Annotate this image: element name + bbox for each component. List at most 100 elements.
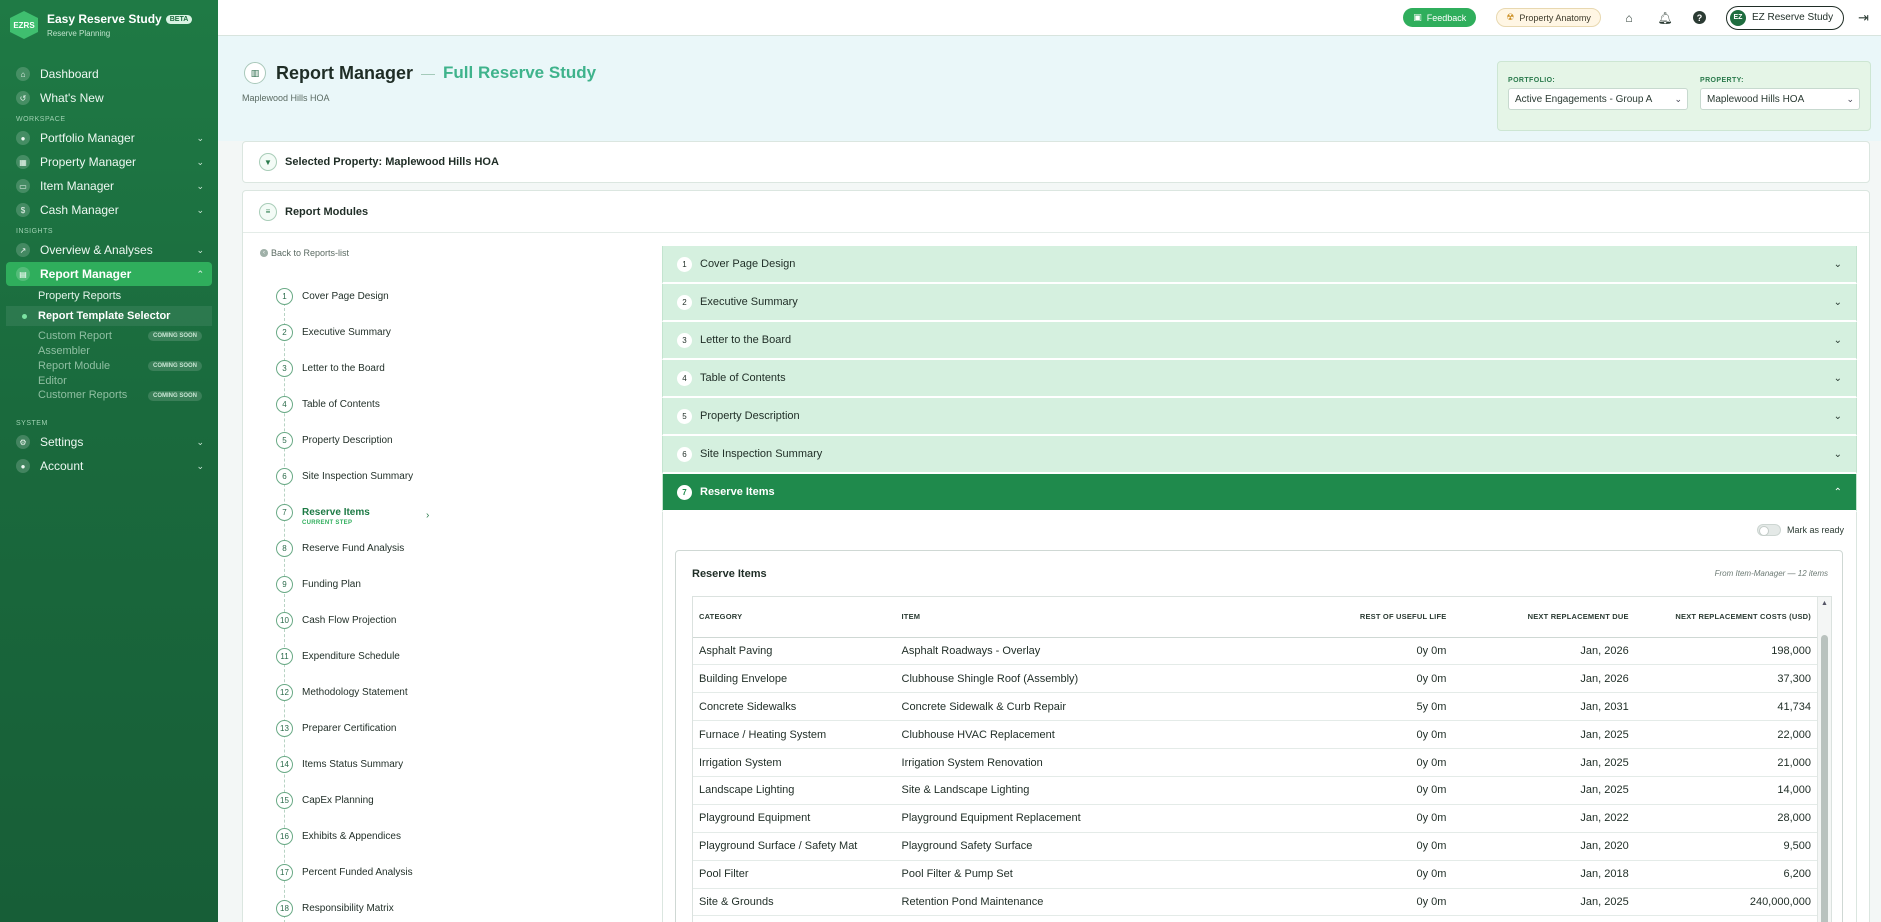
sidebar-item-portfolio-manager[interactable]: ● Portfolio Manager ⌄ [6,126,212,150]
step-label: Percent Funded Analysis [302,867,413,878]
table-row[interactable]: Playground Equipment Playground Equipment… [693,804,1817,833]
sidebar-item-cash-manager[interactable]: $ Cash Manager ⌄ [6,198,212,222]
table-row[interactable]: Furnace / Heating System Clubhouse HVAC R… [693,720,1817,750]
accordion-header[interactable]: 5 Property Description ⌄ [662,398,1857,436]
table-cell: Concrete Sidewalk & Curb Repair [895,692,1301,722]
sidebar-item-account[interactable]: ● Account ⌄ [6,454,212,478]
table-cell: Irrigation System [693,748,896,777]
property-anatomy-label: Property Anatomy [1519,12,1591,23]
column-header[interactable]: CATEGORY [693,597,896,638]
chevron-down-icon: ⌄ [1833,410,1842,422]
back-to-reports-link[interactable]: ‹ Back to Reports-list [260,248,349,258]
chevron-down-icon: ⌄ [1833,258,1842,270]
module-number: 2 [677,294,692,310]
sidebar-subitem-label: Custom Report Assembler [38,330,112,357]
step-item[interactable]: 8 Reserve Fund Analysis [276,540,404,576]
step-item[interactable]: 2 Executive Summary [276,324,391,360]
column-header[interactable]: REST OF USEFUL LIFE [1300,597,1453,638]
accordion-header[interactable]: 4 Table of Contents ⌄ [662,360,1857,398]
step-label: Methodology Statement [302,687,408,698]
step-item[interactable]: 9 Funding Plan [276,576,386,612]
step-item[interactable]: 3 Letter to the Board [276,360,386,396]
sidebar-item-label: Overview & Analyses [40,243,153,257]
module-title: Letter to the Board [700,334,792,346]
table-cell: 37,300 [1634,664,1817,694]
step-item[interactable]: 6 Site Inspection Summary [276,468,413,504]
table-row[interactable]: Playground Surface / Safety Mat Playgroun… [693,832,1817,861]
accordion-header[interactable]: 2 Executive Summary ⌄ [662,284,1857,322]
table-row[interactable]: Asphalt Paving Asphalt Roadways - Overlay… [693,637,1817,666]
step-label: Cash Flow Projection [302,615,397,626]
toggle-switch[interactable] [1756,524,1781,536]
table-row[interactable]: Landscape Lighting Site & Landscape Light… [693,776,1817,805]
step-item[interactable]: 12 Methodology Statement [276,684,408,720]
sidebar-item-dashboard[interactable]: ⌂ Dashboard [6,62,212,86]
step-item[interactable]: 16 Exhibits & Appendices [276,828,401,864]
chevron-down-icon: ⌄ [196,244,204,255]
sidebar-item-report-manager[interactable]: ▤ Report Manager ⌃ [6,262,212,286]
step-number: 9 [276,576,293,593]
property-anatomy-button[interactable]: ☢ Property Anatomy [1496,8,1601,27]
bell-icon[interactable]: 🔔︎ [1657,10,1673,26]
sidebar-item-overview[interactable]: ↗ Overview & Analyses ⌄ [6,238,212,262]
table-row[interactable]: Pool Filter Pool Filter & Pump Set 0y 0m Ja… [693,860,1817,889]
step-item[interactable]: 11 Expenditure Schedule [276,648,400,684]
module-title: Table of Contents [700,372,786,384]
table-cell: 0y 0m [1300,720,1453,750]
accordion-header[interactable]: 3 Letter to the Board ⌄ [662,322,1857,360]
step-item[interactable]: 14 Items Status Summary [276,756,403,792]
step-item[interactable]: 15 CapEx Planning [276,792,386,828]
logout-icon[interactable]: ⇥ [1858,10,1869,26]
reserve-items-panel: Mark as ready Reserve Items From Item-Ma… [662,512,1857,922]
step-item[interactable]: 13 Preparer Certification [276,720,396,756]
step-item[interactable]: 18 Responsibility Matrix [276,900,394,922]
user-name: EZ Reserve Study [1751,12,1834,23]
step-item[interactable]: 5 Property Description [276,432,393,468]
property-select[interactable]: Maplewood Hills HOA ⌄ [1700,88,1860,110]
chevron-right-icon: › [426,510,430,521]
accordion-header[interactable]: 7 Reserve Items ⌃ [662,474,1857,512]
column-header[interactable]: NEXT REPLACEMENT COSTS (USD) [1634,597,1817,638]
table-cell: Concrete Sidewalks [693,692,896,722]
feedback-label: Feedback [1426,12,1467,23]
reserve-items-table[interactable]: CATEGORY ITEM REST OF USEFUL LIFE NEXT REPL… [692,596,1832,922]
back-link-label: Back to Reports-list [271,248,350,258]
step-item[interactable]: 17 Percent Funded Analysis [276,864,413,900]
step-item[interactable]: 10 Cash Flow Projection [276,612,396,648]
step-item[interactable]: 4 Table of Contents [276,396,386,432]
sidebar-item-property-manager[interactable]: ▦ Property Manager ⌄ [6,150,212,174]
step-item[interactable]: 1 Cover Page Design [276,288,389,324]
step-item[interactable]: 7 › Reserve Items CURRENT STEP [276,504,429,540]
sidebar-subitem-property-reports[interactable]: Property Reports [6,286,212,306]
column-header[interactable]: ITEM [895,597,1301,638]
scroll-thumb[interactable] [1821,635,1828,922]
chevron-down-icon: ⌄ [196,204,204,215]
report-icon: ▤ [16,267,30,281]
chevron-down-icon: ⌄ [1833,448,1842,460]
mark-ready-toggle[interactable]: Mark as ready [1756,524,1844,536]
scroll-up-icon[interactable]: ▲ [1818,600,1831,607]
table-row[interactable]: Irrigation System Irrigation System Renov… [693,748,1817,777]
portfolio-select[interactable]: Active Engagements - Group A ⌄ [1508,88,1688,110]
sidebar-item-label: Settings [40,435,84,449]
table-row[interactable]: Site & Grounds Retention Pond Maintenance… [693,888,1817,917]
help-icon[interactable]: ? [1692,11,1706,24]
table-row[interactable]: Concrete Sidewalks Concrete Sidewalk & Cu… [693,692,1817,722]
table-scrollbar[interactable]: ▲ [1817,597,1831,922]
table-cell: Playground Equipment [693,804,896,833]
module-number: 7 [677,484,692,500]
user-menu[interactable]: EZ EZ Reserve Study [1725,5,1845,30]
accordion-header[interactable]: 1 Cover Page Design ⌄ [662,246,1857,284]
sidebar-item-settings[interactable]: ⚙ Settings ⌄ [6,430,212,454]
brand[interactable]: EZRS Easy Reserve Study BETA Reserve Plan… [0,0,218,50]
sidebar-item-label: Dashboard [40,67,99,81]
column-header[interactable]: NEXT REPLACEMENT DUE [1452,597,1635,638]
sidebar-item-item-manager[interactable]: ▭ Item Manager ⌄ [6,174,212,198]
table-row[interactable]: Building Envelope Clubhouse Shingle Roof … [693,664,1817,694]
home-icon[interactable]: ⌂ [1621,10,1637,26]
sidebar-subitem-template-selector[interactable]: Report Template Selector [6,306,212,326]
accordion-header[interactable]: 6 Site Inspection Summary ⌄ [662,436,1857,474]
table-cell: Jan, 2022 [1452,804,1635,833]
feedback-button[interactable]: ▣ Feedback [1403,8,1477,27]
sidebar-item-whats-new[interactable]: ↺ What's New [6,86,212,110]
